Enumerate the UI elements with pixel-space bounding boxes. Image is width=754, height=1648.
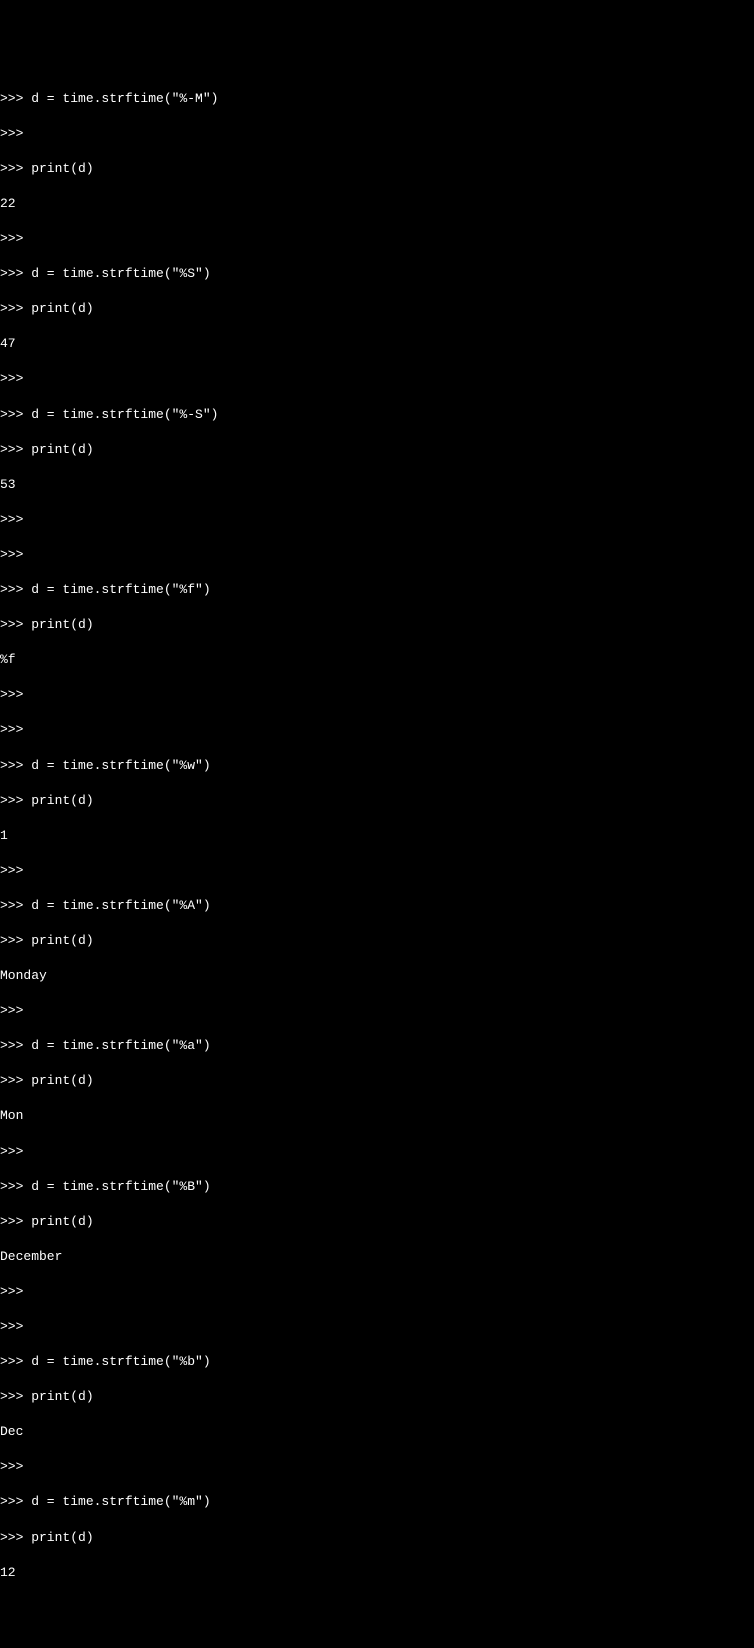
terminal-line: >>> print(d) xyxy=(0,1388,754,1406)
terminal-line: >>> print(d) xyxy=(0,1213,754,1231)
terminal-line: 12 xyxy=(0,1564,754,1582)
terminal-line: 53 xyxy=(0,476,754,494)
terminal-line: >>> xyxy=(0,370,754,388)
terminal-line: >>> print(d) xyxy=(0,616,754,634)
terminal-line: Dec xyxy=(0,1423,754,1441)
terminal-line: >>> d = time.strftime("%A") xyxy=(0,897,754,915)
terminal-line: %f xyxy=(0,651,754,669)
terminal-line: >>> print(d) xyxy=(0,1072,754,1090)
terminal-line: >>> xyxy=(0,511,754,529)
terminal-line: >>> xyxy=(0,546,754,564)
terminal-line: >>> d = time.strftime("%-S") xyxy=(0,406,754,424)
terminal-line: >>> print(d) xyxy=(0,300,754,318)
terminal-line: >>> xyxy=(0,125,754,143)
terminal-line: >>> xyxy=(0,862,754,880)
terminal-line: >>> d = time.strftime("%-M") xyxy=(0,90,754,108)
terminal-line: >>> print(d) xyxy=(0,1529,754,1547)
terminal-line: >>> print(d) xyxy=(0,160,754,178)
terminal-line: >>> print(d) xyxy=(0,792,754,810)
terminal-line: >>> xyxy=(0,1143,754,1161)
terminal-line: 47 xyxy=(0,335,754,353)
terminal-line: Monday xyxy=(0,967,754,985)
terminal-line: >>> xyxy=(0,686,754,704)
terminal-line: >>> print(d) xyxy=(0,441,754,459)
terminal-line: Mon xyxy=(0,1107,754,1125)
terminal-line: >>> xyxy=(0,1283,754,1301)
terminal-line: >>> print(d) xyxy=(0,932,754,950)
terminal-line: December xyxy=(0,1248,754,1266)
terminal-line: >>> d = time.strftime("%a") xyxy=(0,1037,754,1055)
terminal-line: >>> xyxy=(0,1458,754,1476)
terminal-line: >>> xyxy=(0,1002,754,1020)
terminal-output[interactable]: >>> d = time.strftime("%-M") >>> >>> pri… xyxy=(0,72,754,1599)
terminal-line: >>> d = time.strftime("%B") xyxy=(0,1178,754,1196)
terminal-line: >>> d = time.strftime("%f") xyxy=(0,581,754,599)
terminal-line: 1 xyxy=(0,827,754,845)
terminal-line: >>> xyxy=(0,1318,754,1336)
terminal-line: >>> d = time.strftime("%m") xyxy=(0,1493,754,1511)
terminal-line: >>> xyxy=(0,721,754,739)
terminal-line: >>> d = time.strftime("%w") xyxy=(0,757,754,775)
terminal-line: 22 xyxy=(0,195,754,213)
terminal-line: >>> d = time.strftime("%S") xyxy=(0,265,754,283)
terminal-line: >>> d = time.strftime("%b") xyxy=(0,1353,754,1371)
terminal-line: >>> xyxy=(0,230,754,248)
